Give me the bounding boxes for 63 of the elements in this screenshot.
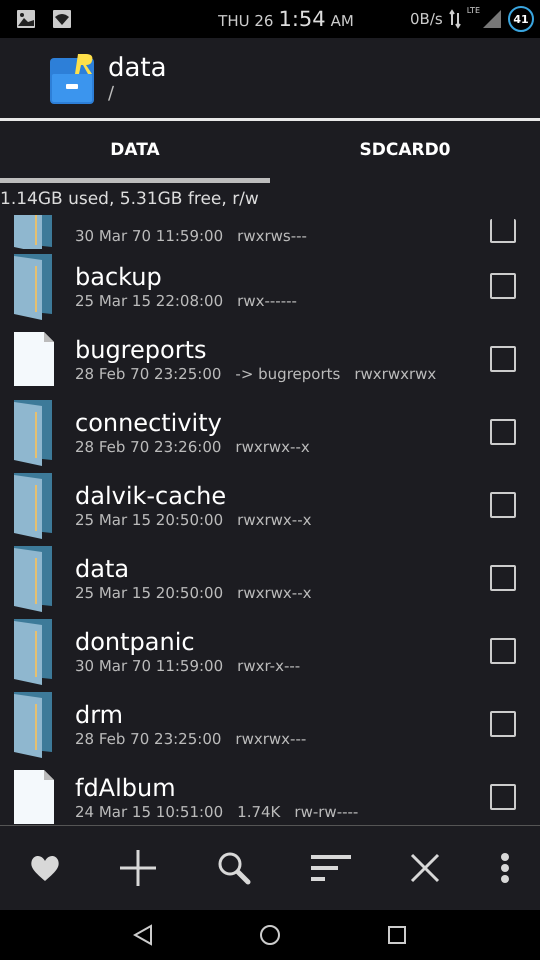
storage-info: 1.14GB used, 5.31GB free, r/w (0, 188, 260, 211)
file-name[interactable]: data (75, 554, 130, 584)
heart-icon[interactable] (30, 854, 60, 882)
tab[interactable]: DATA (0, 121, 270, 183)
status-day: THU 26 (218, 12, 274, 30)
file-permissions: rwxrwx--x (237, 584, 312, 602)
status-ampm: AM (330, 12, 354, 30)
file-permissions: rwxrwx--x (235, 438, 310, 456)
sort-icon[interactable] (310, 854, 351, 882)
checkbox[interactable] (490, 710, 516, 736)
file-date: 28 Feb 70 23:26:00 (75, 438, 222, 456)
checkbox[interactable] (490, 272, 516, 298)
file-info: 1.74K (237, 802, 280, 820)
file-name[interactable]: dontpanic (75, 626, 195, 656)
data-arrows-icon (448, 9, 461, 29)
file-permissions: rwx------ (237, 292, 297, 310)
network-type: LTE (466, 6, 480, 15)
file-permissions: rwxrws--- (237, 227, 307, 245)
file-permissions: rwxrwx--x (237, 510, 312, 528)
file-date: 28 Feb 70 23:25:00 (75, 364, 222, 382)
file-date: 28 Feb 70 23:25:00 (75, 730, 222, 748)
file-name[interactable]: fdAlbum (75, 772, 176, 802)
file-date: 25 Mar 15 20:50:00 (75, 510, 224, 528)
checkbox[interactable] (490, 492, 516, 518)
recents-icon[interactable] (387, 925, 407, 945)
checkbox[interactable] (490, 418, 516, 444)
file-name[interactable]: bugreports (75, 334, 206, 364)
file-permissions: rw-rw---- (294, 802, 358, 820)
file-date: 30 Mar 70 11:59:00 (75, 227, 224, 245)
plus-icon[interactable] (119, 849, 158, 887)
checkbox[interactable] (490, 784, 516, 810)
wifi-icon (52, 9, 72, 29)
file-permissions: rwxrwxrwx (354, 364, 436, 382)
close-icon[interactable] (410, 853, 440, 883)
image-icon (16, 9, 36, 29)
home-icon[interactable] (259, 924, 281, 946)
network-speed: 0B/s (410, 10, 443, 28)
folder-path: / (108, 82, 116, 104)
file-date: 25 Mar 15 20:50:00 (75, 584, 224, 602)
search-icon[interactable] (217, 851, 252, 885)
file-date: 25 Mar 15 22:08:00 (75, 292, 224, 310)
file-name[interactable]: dalvik-cache (75, 480, 226, 510)
battery-indicator: 41 (508, 6, 534, 32)
checkbox[interactable] (490, 219, 516, 243)
status-time: 1:54 (278, 7, 326, 31)
tab[interactable]: SDCARD0 (270, 121, 540, 183)
back-icon[interactable] (133, 924, 153, 946)
checkbox[interactable] (490, 638, 516, 664)
file-name[interactable]: drm (75, 700, 124, 730)
file-name[interactable]: backup (75, 262, 162, 292)
file-name[interactable]: connectivity (75, 408, 222, 438)
signal-icon (482, 9, 502, 29)
folder-title: data (108, 52, 167, 82)
file-icon (12, 330, 56, 388)
file-icon (12, 768, 56, 825)
checkbox[interactable] (490, 346, 516, 372)
more-icon[interactable] (500, 852, 510, 884)
checkbox[interactable] (490, 564, 516, 590)
file-date: 24 Mar 15 10:51:00 (75, 802, 224, 820)
file-permissions: rwxr-x--- (237, 656, 300, 674)
file-permissions: rwxrwx--- (235, 730, 306, 748)
file-info: -> bugreports (235, 364, 340, 382)
file-date: 30 Mar 70 11:59:00 (75, 656, 224, 674)
